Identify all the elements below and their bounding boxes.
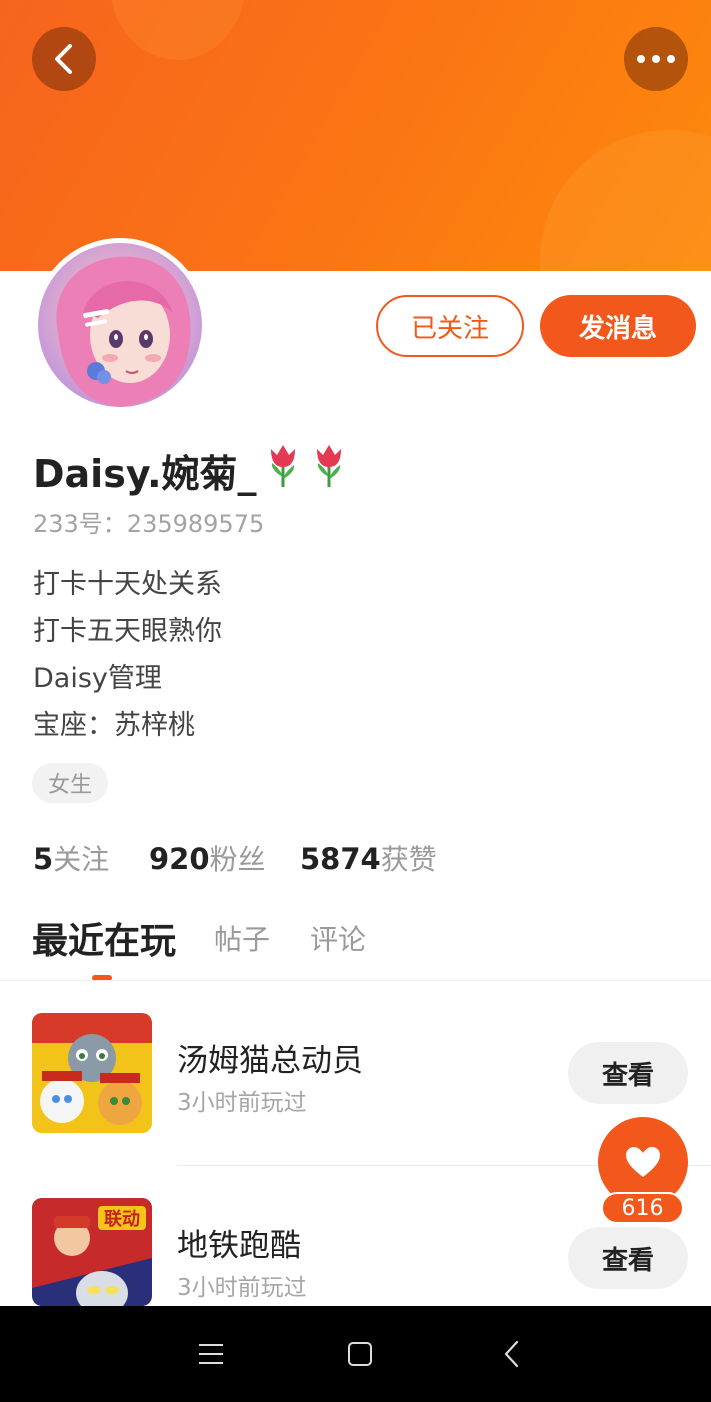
bio-line: Daisy管理 <box>33 663 162 694</box>
menu-icon <box>199 1344 223 1364</box>
tulip-icon <box>263 443 303 498</box>
like-count-badge: 616 <box>601 1192 684 1224</box>
divider <box>0 980 711 981</box>
back-button[interactable] <box>32 27 96 91</box>
stat-likes[interactable]: 5874 获赞 <box>300 838 437 878</box>
home-square-icon <box>348 1342 372 1366</box>
more-dots-icon <box>637 55 675 63</box>
gender-tag: 女生 <box>32 763 109 803</box>
banner-decoration <box>110 0 245 60</box>
tab-recently-played[interactable]: 最近在玩 <box>32 912 176 964</box>
back-nav-button[interactable] <box>481 1306 541 1402</box>
game-icon-badge: 联动 <box>104 1209 140 1230</box>
view-game-button[interactable]: 查看 <box>568 1227 688 1289</box>
menu-nav-button[interactable] <box>181 1306 241 1402</box>
tab-posts[interactable]: 帖子 <box>214 918 270 958</box>
user-id: 233号：235989575 <box>33 510 265 538</box>
view-game-button[interactable]: 查看 <box>568 1042 688 1104</box>
game-icon-tom-cat <box>32 1013 152 1133</box>
send-message-button[interactable]: 发消息 <box>540 295 696 357</box>
avatar[interactable] <box>33 238 207 412</box>
back-triangle-icon <box>504 1340 519 1368</box>
game-name: 汤姆猫总动员 <box>177 1043 363 1079</box>
heart-icon <box>626 1147 660 1177</box>
bio-line: 打卡十天处关系 <box>33 569 222 600</box>
stat-following[interactable]: 5 关注 <box>33 838 109 878</box>
home-nav-button[interactable] <box>330 1306 390 1402</box>
list-item[interactable]: 汤姆猫总动员 3小时前玩过 查看 <box>0 1013 711 1143</box>
game-last-played: 3小时前玩过 <box>177 1090 307 1116</box>
stat-number: 920 <box>149 842 210 876</box>
system-nav-bar <box>0 1306 711 1402</box>
stat-label: 获赞 <box>380 843 437 876</box>
username-text: Daisy.婉菊_ <box>33 452 257 496</box>
banner-decoration <box>540 130 711 271</box>
game-name: 地铁跑酷 <box>177 1228 301 1264</box>
stat-label: 关注 <box>53 843 110 876</box>
stat-fans[interactable]: 920 粉丝 <box>149 838 266 878</box>
tulip-icon <box>309 443 349 498</box>
stat-label: 粉丝 <box>209 843 266 876</box>
more-options-button[interactable] <box>624 27 688 91</box>
username: Daisy.婉菊_ <box>33 443 349 498</box>
tab-comments[interactable]: 评论 <box>310 918 366 958</box>
game-last-played: 3小时前玩过 <box>177 1275 307 1301</box>
game-icon-subway-surfers: 联动 <box>32 1198 152 1306</box>
chevron-left-icon <box>55 44 72 74</box>
bio-line: 宝座：苏梓桃 <box>33 710 195 741</box>
avatar-image <box>38 243 202 407</box>
stat-number: 5 <box>33 842 54 876</box>
bio-line: 打卡五天眼熟你 <box>33 616 222 647</box>
stat-number: 5874 <box>300 842 381 876</box>
following-button[interactable]: 已关注 <box>376 295 524 357</box>
profile-banner <box>0 0 711 271</box>
